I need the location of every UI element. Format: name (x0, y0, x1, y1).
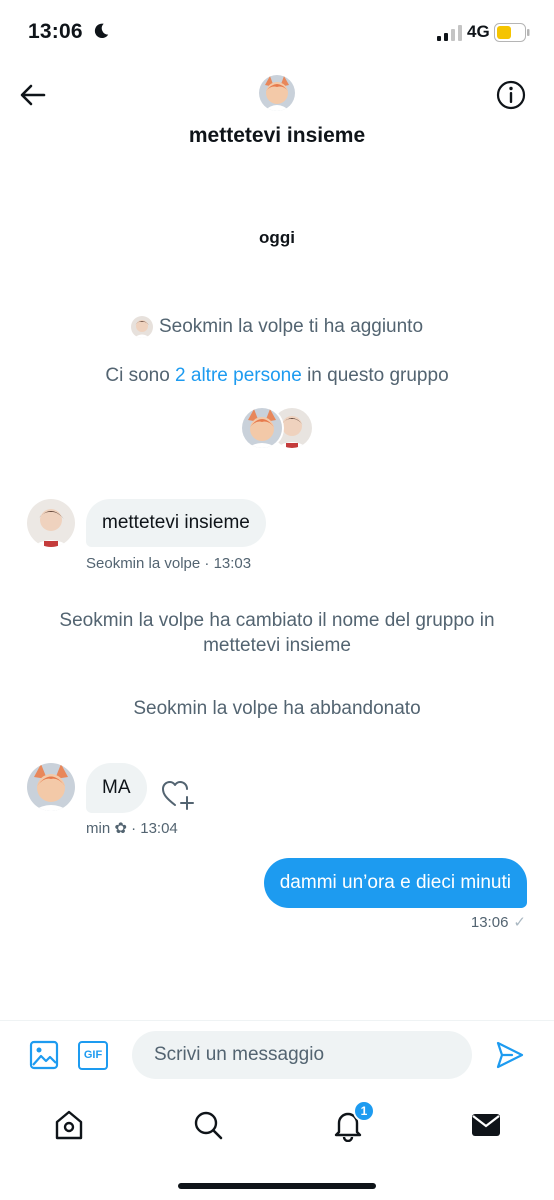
system-message-left: Seokmin la volpe ha abbandonato (133, 698, 421, 719)
avatar (240, 406, 284, 450)
sender-name: Seokmin la volpe (86, 555, 201, 572)
search-icon[interactable] (191, 1108, 225, 1142)
gif-icon[interactable]: GIF (78, 1041, 108, 1070)
notifications-badge: 1 (353, 1100, 375, 1122)
message-time: · 13:04 (131, 820, 178, 837)
message-time: 13:06 (470, 913, 509, 931)
sender-avatar[interactable] (27, 499, 75, 547)
battery-icon (494, 23, 530, 42)
message-composer: GIF (0, 1020, 554, 1090)
message-bubble-incoming[interactable]: MA (86, 763, 147, 813)
group-avatar[interactable] (259, 75, 295, 111)
message-bubble-outgoing[interactable]: dammi un’ora e dieci minuti (263, 858, 527, 908)
status-bar: 13:06 4G (0, 0, 554, 64)
date-divider: oggi (259, 228, 295, 247)
system-message-members: Ci sono 2 altre persone in questo gruppo (0, 365, 554, 387)
sender-name: min ✿ (86, 820, 127, 837)
home-icon[interactable] (52, 1108, 86, 1142)
back-arrow-icon[interactable] (16, 78, 50, 112)
network-type: 4G (467, 22, 490, 41)
tab-bar (0, 1094, 554, 1164)
info-icon[interactable] (494, 78, 528, 112)
heart-plus-icon[interactable] (162, 780, 194, 810)
read-status-icon: ✓ (513, 914, 526, 931)
system-message-added: Seokmin la volpe ti ha aggiunto (0, 316, 554, 338)
message-time: · 13:03 (204, 555, 252, 572)
home-indicator (178, 1183, 376, 1189)
message-input[interactable] (132, 1031, 472, 1079)
image-icon[interactable] (29, 1040, 59, 1070)
rename-line-1: Seokmin la volpe ha cambiato il nome del… (59, 610, 495, 631)
moon-icon (94, 23, 109, 39)
status-time: 13:06 (28, 20, 83, 43)
system-added-text: Seokmin la volpe ti ha aggiunto (158, 316, 424, 337)
system-message-rename: Seokmin la volpe ha cambiato il nome del… (0, 608, 554, 658)
message-meta: min ✿ · 13:04 (86, 819, 178, 837)
message-meta-outgoing: 13:06 ✓ (470, 913, 526, 932)
members-link[interactable]: 2 altre persone (175, 365, 302, 386)
message-bubble-incoming[interactable]: mettetevi insieme (86, 499, 266, 547)
conversation-title[interactable]: mettetevi insieme (0, 124, 554, 148)
members-avatars[interactable] (240, 406, 316, 452)
message-meta: Seokmin la volpe · 13:03 (86, 555, 251, 572)
sender-avatar[interactable] (27, 763, 75, 811)
members-suffix: in questo gruppo (301, 365, 449, 386)
send-icon[interactable] (495, 1040, 525, 1070)
signal-icon (437, 25, 462, 41)
rename-line-2: mettetevi insieme (203, 635, 351, 656)
mail-icon[interactable] (469, 1108, 503, 1142)
avatar (130, 316, 153, 338)
members-prefix: Ci sono (105, 365, 176, 386)
